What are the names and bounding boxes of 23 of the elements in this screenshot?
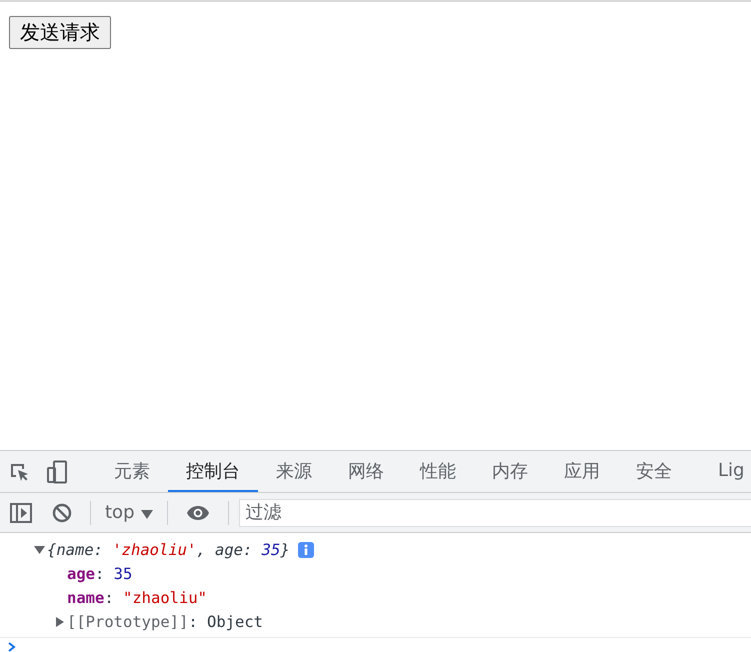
panel-tab[interactable]: 性能 [402,451,474,492]
context-dropdown[interactable]: top [99,502,158,523]
panel-tab[interactable]: 内存 [474,451,546,492]
clear-console-icon[interactable] [52,502,72,522]
send-request-button[interactable]: 发送请求 [9,16,111,49]
panel-tab[interactable]: Lig [690,451,751,492]
prototype-line[interactable]: [[Prototype]]: Object [67,613,263,631]
panel-tab[interactable]: 安全 [618,451,690,492]
panel-tab[interactable]: 网络 [330,451,402,492]
collapse-triangle-icon[interactable] [33,544,47,556]
eye-icon[interactable] [186,504,210,520]
caret-icon [140,508,152,518]
property-line: age: 35 [67,565,132,583]
panel-tab[interactable]: 应用 [546,451,618,492]
panel-tab[interactable]: 元素 [96,451,168,492]
prompt-chevron-icon [8,642,16,652]
filter-field[interactable]: 过滤 [238,498,751,526]
property-line: name: "zhaoliu" [67,589,207,607]
object-preview[interactable]: {name: 'zhaoliu', age: 35} [47,541,290,559]
device-icon[interactable] [46,460,68,484]
info-icon [298,542,314,558]
sidebar-toggle-icon[interactable] [10,502,32,522]
panel-tab[interactable]: 来源 [258,451,330,492]
